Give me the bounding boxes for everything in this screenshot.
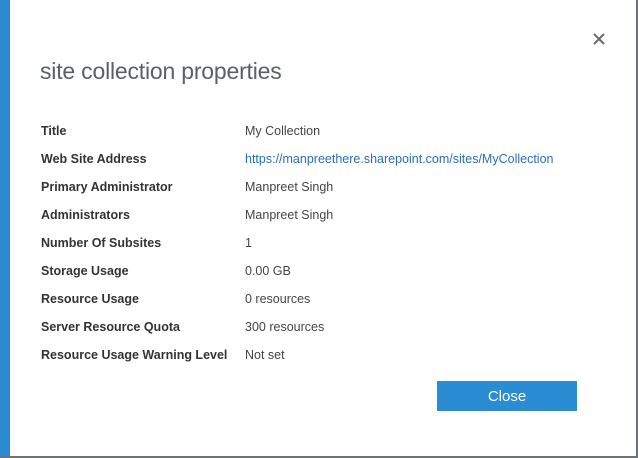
property-row-warning-level: Resource Usage Warning Level Not set [41, 341, 553, 369]
property-label: Server Resource Quota [41, 320, 180, 334]
property-label: Resource Usage [41, 292, 139, 306]
web-site-address-link[interactable]: https://manpreethere.sharepoint.com/site… [245, 152, 553, 166]
properties-list: Title My Collection Web Site Address htt… [41, 117, 553, 369]
close-icon[interactable] [590, 30, 608, 48]
property-row-title: Title My Collection [41, 117, 553, 145]
property-value: Manpreet Singh [245, 180, 334, 194]
property-label: Resource Usage Warning Level [41, 348, 228, 362]
property-value: 0 resources [245, 292, 311, 306]
property-row-resource-usage: Resource Usage 0 resources [41, 285, 553, 313]
property-label: Number Of Subsites [41, 236, 162, 250]
dialog-accent-bar [0, 0, 10, 458]
property-value: 0.00 GB [245, 264, 291, 278]
property-label: Primary Administrator [41, 180, 173, 194]
dialog-title: site collection properties [40, 58, 282, 84]
property-value: 300 resources [245, 320, 325, 334]
close-button[interactable]: Close [437, 381, 577, 411]
property-row-primary-admin: Primary Administrator Manpreet Singh [41, 173, 553, 201]
property-label: Administrators [41, 208, 130, 222]
property-row-resource-quota: Server Resource Quota 300 resources [41, 313, 553, 341]
property-label: Web Site Address [41, 152, 147, 166]
property-row-administrators: Administrators Manpreet Singh [41, 201, 553, 229]
property-row-subsites: Number Of Subsites 1 [41, 229, 553, 257]
property-value: 1 [245, 236, 252, 250]
property-row-storage: Storage Usage 0.00 GB [41, 257, 553, 285]
property-label: Storage Usage [41, 264, 129, 278]
property-value: Not set [245, 348, 285, 362]
property-value: My Collection [245, 124, 321, 138]
property-label: Title [41, 124, 67, 138]
property-row-web-address: Web Site Address https://manpreethere.sh… [41, 145, 553, 173]
property-value: Manpreet Singh [245, 208, 334, 222]
